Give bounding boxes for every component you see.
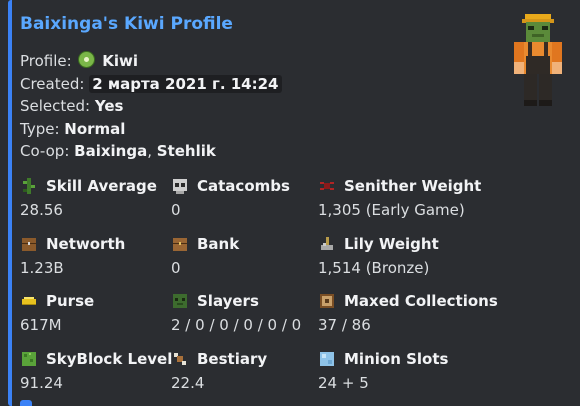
- field-label: Lily Weight: [344, 235, 439, 253]
- field-label: SkyBlock Level: [46, 350, 173, 368]
- created-label: Created:: [20, 74, 85, 93]
- field-value: 1,305 (Early Game): [318, 201, 465, 219]
- selected-row: Selected: Yes: [20, 95, 282, 118]
- chest-icon: [20, 235, 38, 253]
- skull-icon: [171, 177, 189, 195]
- type-label: Type:: [20, 119, 60, 138]
- field-value: 1,514 (Bronze): [318, 259, 430, 277]
- type-row: Type: Normal: [20, 118, 282, 141]
- profile-info: Profile: Kiwi Created: 2 марта 2021 г. 1…: [20, 50, 282, 163]
- player-skin-avatar: [514, 14, 562, 106]
- coop-member: Baixinga: [74, 142, 148, 161]
- profile-row: Profile: Kiwi: [20, 50, 282, 73]
- field-label: Purse: [46, 292, 95, 310]
- created-row: Created: 2 марта 2021 г. 14:24: [20, 73, 282, 96]
- field-label: Maxed Collections: [344, 292, 498, 310]
- vine-icon: [20, 177, 38, 195]
- field-senither-weight: Senither Weight 1,305 (Early Game): [318, 176, 498, 219]
- bone-icon: [171, 350, 189, 368]
- next-embed-edge: [20, 400, 32, 406]
- field-label: Senither Weight: [344, 177, 482, 195]
- type-value: Normal: [64, 119, 126, 138]
- field-maxed-collections: Maxed Collections 37 / 86: [318, 291, 498, 334]
- spider-icon: [318, 177, 336, 195]
- leaves-block-icon: [20, 350, 38, 368]
- field-label: Minion Slots: [344, 350, 449, 368]
- coop-member: Stehlik: [156, 142, 216, 161]
- item-frame-icon: [318, 292, 336, 310]
- profile-value: Kiwi: [102, 52, 139, 70]
- bank-chest-icon: [171, 235, 189, 253]
- zombie-head-icon: [171, 292, 189, 310]
- field-value: 37 / 86: [318, 316, 371, 334]
- field-label: Slayers: [197, 292, 259, 310]
- field-lily-weight: Lily Weight 1,514 (Bronze): [318, 234, 498, 277]
- lily-icon: [318, 235, 336, 253]
- ice-block-icon: [318, 350, 336, 368]
- profile-label: Profile:: [20, 52, 72, 70]
- selected-label: Selected:: [20, 97, 91, 116]
- coop-row: Co-op: Baixinga, Stehlik: [20, 140, 282, 163]
- created-timestamp: 2 марта 2021 г. 14:24: [89, 74, 282, 93]
- embed-title[interactable]: Baixinga's Kiwi Profile: [20, 14, 233, 34]
- field-label: Bank: [197, 235, 240, 253]
- field-value: 24 + 5: [318, 374, 369, 392]
- kiwi-icon: [78, 51, 96, 68]
- profile-embed: Baixinga's Kiwi Profile Profile: Kiwi Cr…: [8, 0, 580, 406]
- field-minion-slots: Minion Slots 24 + 5: [318, 349, 498, 392]
- field-label: Skill Average: [46, 177, 157, 195]
- gold-ingot-icon: [20, 292, 38, 310]
- selected-value: Yes: [94, 97, 124, 116]
- field-label: Networth: [46, 235, 126, 253]
- field-label: Catacombs: [197, 177, 290, 195]
- coop-separator: ,: [147, 142, 152, 161]
- field-label: Bestiary: [197, 350, 268, 368]
- embed-accent-bar: [8, 0, 12, 406]
- coop-label: Co-op:: [20, 142, 70, 161]
